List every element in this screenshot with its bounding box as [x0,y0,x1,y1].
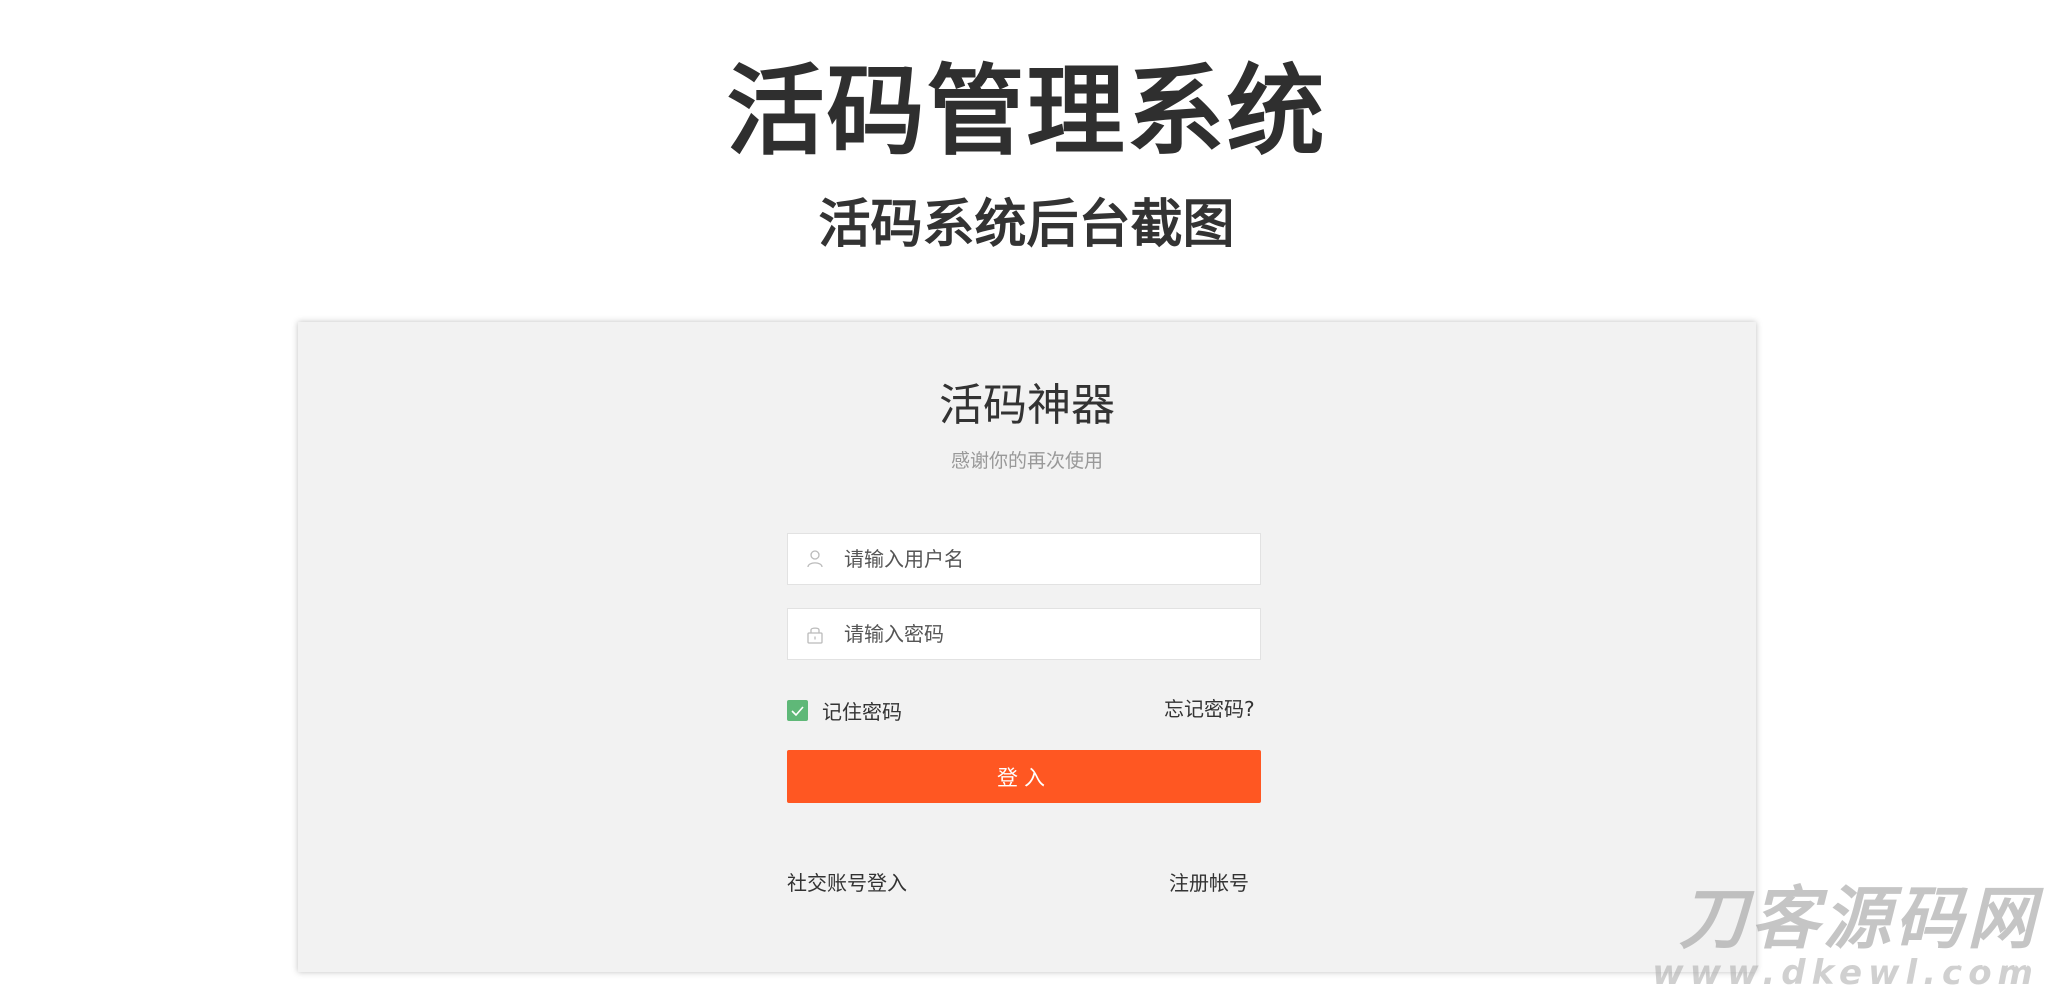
password-field[interactable] [787,608,1261,660]
page: 活码管理系统 活码系统后台截图 活码神器 感谢你的再次使用 请输入用户名 记住密… [0,0,2053,991]
remember-label: 记住密码 [822,700,902,724]
page-title: 活码管理系统 [726,55,1327,169]
lock-icon [804,623,826,645]
forgot-password-link[interactable]: 忘记密码? [1164,693,1255,722]
user-icon [804,548,826,570]
login-welcome-text: 感谢你的再次使用 [950,450,1103,472]
watermark-tag: 专业的站长平台 [1926,950,2039,969]
login-title: 活码神器 [939,380,1115,431]
username-input[interactable] [844,534,1260,584]
login-panel: 活码神器 感谢你的再次使用 请输入用户名 记住密码 忘记密码? 登入 社交账号登… [298,322,1756,972]
username-field[interactable] [787,533,1261,585]
login-button[interactable]: 登入 [787,750,1261,803]
watermark-logo: 刀客源码网 www.dkewl.com 专业的站长平台 [1652,884,2039,991]
password-input[interactable] [844,609,1260,659]
register-link[interactable]: 注册帐号 [1169,867,1249,896]
page-subtitle: 活码系统后台截图 [818,195,1235,255]
check-icon [791,705,804,716]
remember-password[interactable]: 记住密码 [787,696,902,725]
social-login-link[interactable]: 社交账号登入 [787,867,907,896]
remember-checkbox[interactable] [787,700,808,721]
